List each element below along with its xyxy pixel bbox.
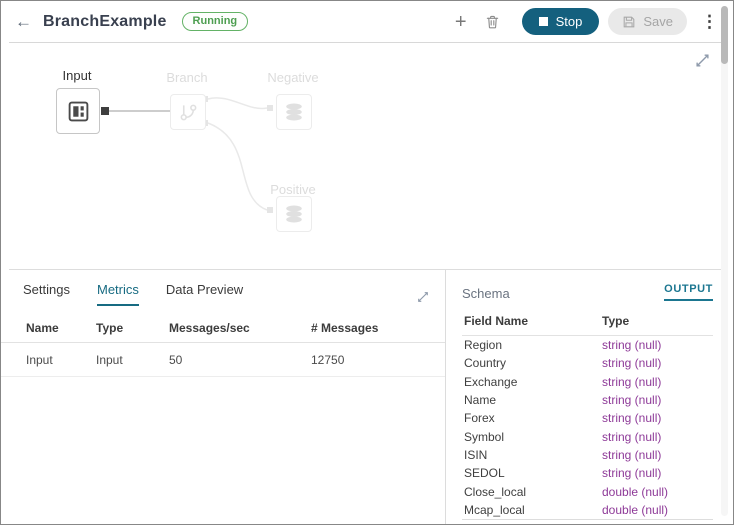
schema-field-name: Country: [464, 356, 602, 370]
schema-col-field-name: Field Name: [464, 314, 602, 328]
metrics-cell: Input: [26, 353, 96, 367]
delete-icon[interactable]: [476, 14, 509, 30]
schema-row: Namestring (null): [462, 391, 713, 409]
node-branch[interactable]: [170, 94, 206, 130]
header-actions: + Stop Save ⋮: [446, 8, 723, 35]
schema-field-name: ISIN: [464, 448, 602, 462]
schema-table-header: Field Name Type: [462, 301, 713, 336]
metrics-table-body: InputInput5012750: [1, 343, 445, 377]
input-output-port: [101, 107, 109, 115]
schema-row: ISINstring (null): [462, 446, 713, 464]
metrics-row: InputInput5012750: [1, 343, 445, 377]
details-tabs: Settings Metrics Data Preview: [1, 270, 445, 306]
git-branch-icon: [179, 103, 198, 122]
schema-title: Schema: [462, 286, 510, 301]
back-button[interactable]: ←: [15, 13, 32, 30]
schema-row: Mcap_localdouble (null): [462, 501, 713, 519]
schema-field-name: Name: [464, 393, 602, 407]
schema-field-type: string (null): [602, 375, 713, 389]
panel-expand-icon[interactable]: [417, 290, 429, 308]
schema-row: Countrystring (null): [462, 354, 713, 372]
schema-panel: Schema OUTPUT Field Name Type Regionstri…: [445, 270, 733, 524]
node-positive[interactable]: [276, 196, 312, 232]
schema-field-type: double (null): [602, 485, 713, 499]
page-title: BranchExample: [43, 13, 167, 31]
schema-scrollbar: [721, 6, 728, 516]
node-label-negative: Negative: [251, 70, 335, 85]
schema-field-name: SEDOL: [464, 466, 602, 480]
schema-col-type: Type: [602, 314, 713, 328]
node-negative[interactable]: [276, 94, 312, 130]
stop-button[interactable]: Stop: [522, 8, 600, 35]
canvas-expand-icon[interactable]: [695, 53, 710, 73]
app-window: ← BranchExample Running + Stop Save: [0, 0, 734, 525]
schema-row: SEDOLstring (null): [462, 464, 713, 482]
metrics-cell: Input: [96, 353, 169, 367]
schema-header: Schema OUTPUT: [462, 270, 713, 301]
add-icon[interactable]: +: [446, 12, 476, 32]
node-label-input: Input: [56, 68, 98, 83]
tab-data-preview[interactable]: Data Preview: [166, 282, 243, 306]
schema-field-name: Forex: [464, 411, 602, 425]
node-label-branch: Branch: [155, 70, 219, 85]
schema-scrollbar-thumb[interactable]: [721, 6, 728, 64]
metrics-col-count: # Messages: [311, 321, 445, 335]
save-icon: [622, 15, 636, 29]
database-icon: [284, 102, 304, 122]
node-label-positive: Positive: [251, 182, 335, 197]
schema-field-type: string (null): [602, 430, 713, 444]
schema-field-type: string (null): [602, 466, 713, 480]
metrics-col-type: Type: [96, 321, 169, 335]
metrics-table: Name Type Messages/sec # Messages InputI…: [1, 314, 445, 377]
stop-button-label: Stop: [556, 14, 583, 29]
tab-settings[interactable]: Settings: [23, 282, 70, 306]
kebab-menu-icon[interactable]: ⋮: [696, 13, 723, 30]
schema-row: Exchangestring (null): [462, 373, 713, 391]
metrics-table-header: Name Type Messages/sec # Messages: [1, 314, 445, 343]
status-badge: Running: [182, 12, 249, 31]
node-input[interactable]: [56, 88, 100, 134]
schema-row: Regionstring (null): [462, 336, 713, 354]
details-panel: Settings Metrics Data Preview Name Type …: [1, 270, 445, 524]
schema-row: Close_localdouble (null): [462, 482, 713, 500]
positive-input-port: [267, 207, 273, 213]
save-button-label: Save: [643, 14, 673, 29]
schema-field-type: string (null): [602, 393, 713, 407]
schema-field-name: Exchange: [464, 375, 602, 389]
table-icon: [67, 100, 90, 123]
schema-field-name: Close_local: [464, 485, 602, 499]
stop-square-icon: [539, 17, 548, 26]
tab-output[interactable]: OUTPUT: [664, 283, 713, 301]
save-button[interactable]: Save: [608, 8, 687, 35]
metrics-col-rate: Messages/sec: [169, 321, 311, 335]
schema-field-name: Symbol: [464, 430, 602, 444]
schema-field-type: string (null): [602, 448, 713, 462]
schema-field-type: string (null): [602, 338, 713, 352]
schema-row: Forexstring (null): [462, 409, 713, 427]
schema-field-type: double (null): [602, 503, 713, 517]
schema-field-type: string (null): [602, 356, 713, 370]
schema-table-body: Regionstring (null)Countrystring (null)E…: [462, 336, 713, 520]
metrics-cell: 50: [169, 353, 311, 367]
negative-input-port: [267, 105, 273, 111]
schema-row: Symbolstring (null): [462, 427, 713, 445]
tab-metrics[interactable]: Metrics: [97, 282, 139, 306]
header-divider: [9, 42, 725, 43]
schema-field-name: Mcap_local: [464, 503, 602, 517]
metrics-cell: 12750: [311, 353, 445, 367]
schema-field-type: string (null): [602, 411, 713, 425]
schema-field-name: Region: [464, 338, 602, 352]
metrics-col-name: Name: [26, 321, 96, 335]
database-icon: [284, 204, 304, 224]
header: ← BranchExample Running + Stop Save: [1, 1, 733, 42]
